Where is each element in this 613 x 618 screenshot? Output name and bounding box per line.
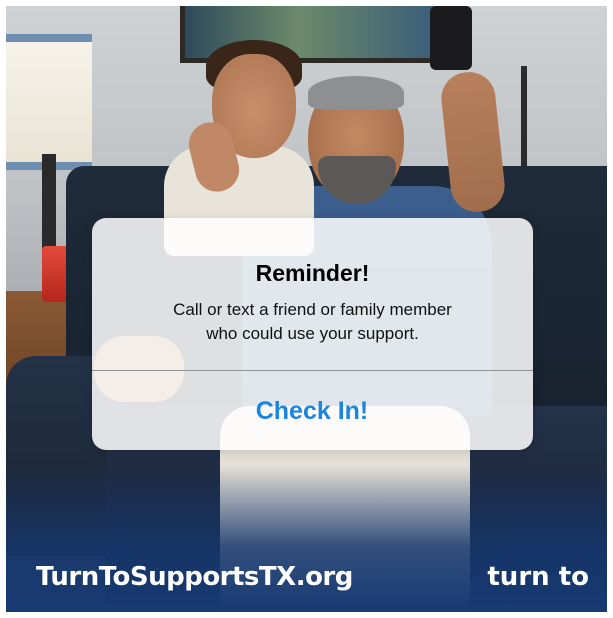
notification-message: Call or text a friend or family member w… [112, 298, 513, 346]
notification-divider [92, 370, 533, 371]
man-hair [308, 76, 404, 110]
reminder-notification-card: Reminder! Call or text a friend or famil… [92, 218, 533, 450]
notification-message-line-1: Call or text a friend or family member [173, 300, 452, 319]
notification-title: Reminder! [255, 260, 370, 286]
smartphone [430, 6, 472, 70]
brand-logo-text: turn to [487, 562, 589, 592]
ad-frame: Reminder! Call or text a friend or famil… [6, 6, 607, 612]
notification-message-line-2: who could use your support. [206, 324, 419, 343]
lamp-shade [6, 34, 92, 170]
website-url[interactable]: TurnToSupportsTX.org [36, 562, 353, 592]
check-in-button[interactable]: Check In! [212, 388, 412, 434]
wall-shelf [521, 66, 607, 182]
